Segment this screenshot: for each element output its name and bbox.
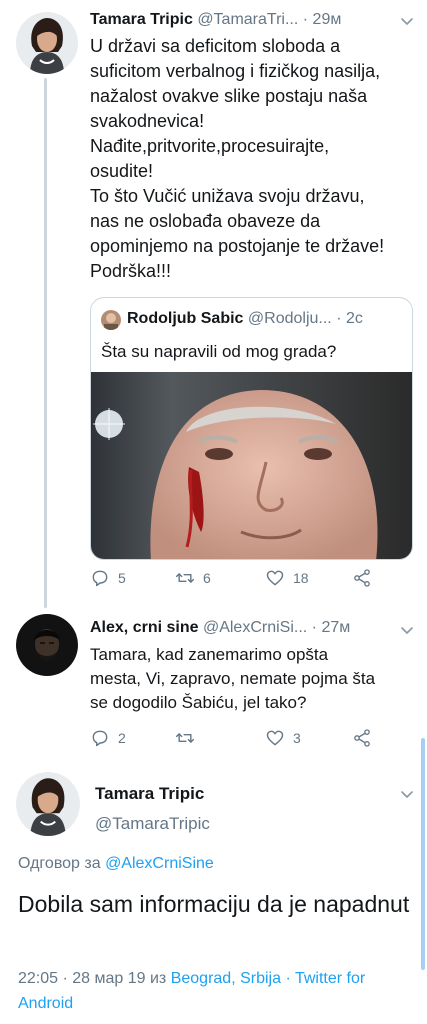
retweet-count: 6 bbox=[203, 570, 211, 586]
retweet-icon bbox=[175, 733, 195, 743]
tweet-header: Tamara Tripic @TamaraTri... · 29м bbox=[90, 10, 341, 30]
reply-button[interactable]: 5 bbox=[90, 568, 126, 588]
reply-button[interactable]: 2 bbox=[90, 728, 126, 748]
avatar[interactable] bbox=[16, 772, 80, 836]
reply-to-link[interactable]: @AlexCrniSine bbox=[105, 855, 214, 872]
chevron-down-icon[interactable] bbox=[397, 784, 417, 804]
timestamp[interactable]: · 29м bbox=[303, 11, 342, 28]
reply-icon bbox=[92, 730, 108, 747]
meta-time: 22:05 · 28 мар 19 из bbox=[18, 970, 171, 987]
scrollbar[interactable] bbox=[421, 738, 425, 970]
retweet-button[interactable] bbox=[175, 728, 195, 748]
reply-context: Одговор за @AlexCrniSine bbox=[18, 855, 214, 873]
tweet-tamara[interactable]: Tamara Tripic @TamaraTri... · 29м U drža… bbox=[0, 0, 427, 610]
quote-timestamp: · 2с bbox=[336, 310, 363, 327]
quote-author-name: Rodoljub Sabic bbox=[127, 310, 244, 327]
quote-text: Šta su napravili od mog grada? bbox=[101, 342, 337, 361]
location-link[interactable]: Beograd, Srbija bbox=[171, 970, 281, 987]
like-count: 3 bbox=[293, 730, 301, 746]
quote-avatar bbox=[101, 310, 121, 330]
tweet-actions: 5 6 18 bbox=[90, 568, 420, 590]
author-handle[interactable]: @TamaraTripic bbox=[95, 814, 210, 834]
like-count: 18 bbox=[293, 570, 309, 586]
meta-separator: · bbox=[281, 970, 295, 987]
tweet-text: Tamara, kad zanemarimo opšta mesta, Vi, … bbox=[90, 645, 376, 712]
avatar[interactable] bbox=[16, 12, 78, 74]
retweet-button[interactable]: 6 bbox=[175, 568, 211, 588]
author-name[interactable]: Tamara Tripic bbox=[95, 784, 204, 804]
author-handle[interactable]: @AlexCrniSi... bbox=[203, 619, 307, 636]
tweet-text: Dobila sam informaciju da je napadnut bbox=[18, 891, 410, 917]
quote-author-handle: @Rodolju... bbox=[247, 310, 332, 327]
share-icon bbox=[354, 569, 370, 587]
like-button[interactable]: 18 bbox=[265, 568, 309, 588]
like-button[interactable]: 3 bbox=[265, 728, 301, 748]
reply-count: 2 bbox=[118, 730, 126, 746]
tweet-meta: 22:05 · 28 мар 19 из Beograd, Srbija · T… bbox=[18, 966, 423, 1016]
quote-photo[interactable] bbox=[91, 372, 412, 559]
author-handle[interactable]: @TamaraTri... bbox=[197, 11, 298, 28]
share-button[interactable] bbox=[352, 728, 372, 748]
chevron-down-icon[interactable] bbox=[397, 620, 417, 640]
like-icon bbox=[266, 570, 284, 586]
chevron-down-icon[interactable] bbox=[397, 11, 417, 31]
reply-count: 5 bbox=[118, 570, 126, 586]
tweet-actions: 2 3 bbox=[90, 728, 420, 750]
reply-prefix: Одговор за bbox=[18, 855, 106, 872]
author-name[interactable]: Tamara Tripic bbox=[90, 11, 193, 28]
tweet-alex[interactable]: Alex, crni sine @AlexCrniSi... · 27м Tam… bbox=[0, 608, 427, 758]
reply-icon bbox=[92, 570, 108, 587]
quote-header: Rodoljub Sabic @Rodolju... · 2с bbox=[127, 310, 363, 328]
author-name[interactable]: Alex, crni sine bbox=[90, 619, 199, 636]
quoted-tweet[interactable]: Rodoljub Sabic @Rodolju... · 2с Šta su n… bbox=[90, 297, 413, 560]
like-icon bbox=[266, 730, 284, 746]
timestamp[interactable]: · 27м bbox=[312, 619, 351, 636]
share-icon bbox=[354, 729, 370, 747]
share-button[interactable] bbox=[352, 568, 372, 588]
avatar[interactable] bbox=[16, 614, 78, 676]
tweet-header: Alex, crni sine @AlexCrniSi... · 27м bbox=[90, 618, 350, 638]
tweet-text: U državi sa deficitom sloboda a suficito… bbox=[90, 36, 385, 281]
retweet-icon bbox=[175, 573, 195, 583]
